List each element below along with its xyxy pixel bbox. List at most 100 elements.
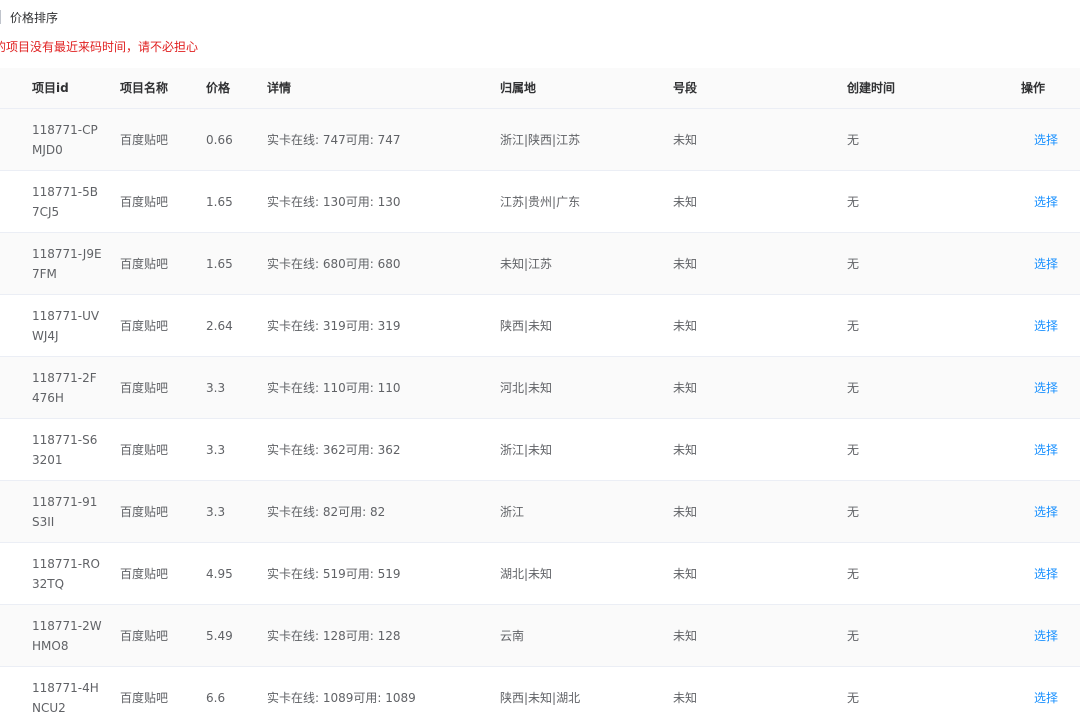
select-button[interactable]: 选择 [1034, 171, 1058, 232]
header-region: 归属地 [500, 81, 537, 95]
cell-region: 未知|江苏 [500, 257, 553, 271]
header-price: 价格 [206, 81, 231, 95]
cell-created: 无 [847, 319, 860, 333]
cell-segment: 未知 [673, 133, 698, 147]
cell-id: 118771-2F476H [32, 370, 97, 405]
header-segment: 号段 [673, 81, 698, 95]
cell-name: 百度贴吧 [120, 443, 169, 457]
cell-detail: 实卡在线: 130可用: 130 [267, 195, 401, 209]
cell-price: 1.65 [206, 256, 233, 271]
cell-detail: 实卡在线: 747可用: 747 [267, 133, 401, 147]
cell-name: 百度贴吧 [120, 691, 169, 705]
table-row: 118771-4HNCU2 百度贴吧 6.6 实卡在线: 1089可用: 1089 陕西… [0, 667, 1080, 721]
cell-region: 浙江|陕西|江苏 [500, 133, 581, 147]
cell-segment: 未知 [673, 195, 698, 209]
cell-region: 浙江|未知 [500, 443, 553, 457]
cell-segment: 未知 [673, 691, 698, 705]
tab-bar: 价格排序 [0, 6, 58, 28]
table-row: 118771-J9E7FM 百度贴吧 1.65 实卡在线: 680可用: 680 未知|… [0, 233, 1080, 295]
cell-created: 无 [847, 443, 860, 457]
cell-created: 无 [847, 195, 860, 209]
cell-id: 118771-91S3II [32, 494, 98, 529]
cell-detail: 实卡在线: 319可用: 319 [267, 319, 401, 333]
cell-price: 6.6 [206, 690, 226, 705]
select-button[interactable]: 选择 [1034, 543, 1058, 604]
select-button[interactable]: 选择 [1034, 481, 1058, 542]
select-button[interactable]: 选择 [1034, 295, 1058, 356]
cell-id: 118771-2WHMO8 [32, 618, 102, 653]
cell-region: 河北|未知 [500, 381, 553, 395]
cell-id: 118771-5B7CJ5 [32, 184, 99, 219]
cell-name: 百度贴吧 [120, 195, 169, 209]
page: 价格排序 的项目没有最近来码时间，请不必担心 项目id 项目名称 价格 详情 归… [0, 0, 1080, 721]
header-action: 操作 [1021, 81, 1046, 95]
cell-created: 无 [847, 691, 860, 705]
cell-region: 浙江 [500, 505, 525, 519]
cell-region: 湖北|未知 [500, 567, 553, 581]
cell-name: 百度贴吧 [120, 629, 169, 643]
notice-text: 的项目没有最近来码时间，请不必担心 [0, 40, 199, 54]
cell-detail: 实卡在线: 1089可用: 1089 [267, 691, 416, 705]
cell-segment: 未知 [673, 443, 698, 457]
cell-id: 118771-4HNCU2 [32, 680, 99, 715]
cell-region: 陕西|未知|湖北 [500, 691, 581, 705]
cell-price: 3.3 [206, 504, 226, 519]
cell-segment: 未知 [673, 505, 698, 519]
select-button[interactable]: 选择 [1034, 667, 1058, 721]
cell-name: 百度贴吧 [120, 319, 169, 333]
cell-price: 3.3 [206, 380, 226, 395]
project-table: 项目id 项目名称 价格 详情 归属地 号段 创建时间 操作 118771-CP… [0, 68, 1080, 721]
cell-price: 4.95 [206, 566, 233, 581]
cell-created: 无 [847, 629, 860, 643]
cell-region: 云南 [500, 629, 525, 643]
table-row: 118771-2F476H 百度贴吧 3.3 实卡在线: 110可用: 110 河北|未… [0, 357, 1080, 419]
cell-id: 118771-J9E7FM [32, 246, 102, 281]
cell-segment: 未知 [673, 319, 698, 333]
cell-created: 无 [847, 133, 860, 147]
select-button[interactable]: 选择 [1034, 605, 1058, 666]
header-name: 项目名称 [120, 81, 169, 95]
cell-detail: 实卡在线: 110可用: 110 [267, 381, 401, 395]
cell-segment: 未知 [673, 257, 698, 271]
table-row: 118771-UVWJ4J 百度贴吧 2.64 实卡在线: 319可用: 319 陕西|… [0, 295, 1080, 357]
cell-detail: 实卡在线: 680可用: 680 [267, 257, 401, 271]
cell-name: 百度贴吧 [120, 133, 169, 147]
table-body: 118771-CPMJD0 百度贴吧 0.66 实卡在线: 747可用: 747 浙江|… [0, 109, 1080, 721]
cell-created: 无 [847, 381, 860, 395]
cell-created: 无 [847, 505, 860, 519]
cell-detail: 实卡在线: 82可用: 82 [267, 505, 386, 519]
cell-id: 118771-UVWJ4J [32, 308, 100, 343]
cell-segment: 未知 [673, 567, 698, 581]
select-button[interactable]: 选择 [1034, 419, 1058, 480]
cell-region: 陕西|未知 [500, 319, 553, 333]
cell-segment: 未知 [673, 381, 698, 395]
cell-region: 江苏|贵州|广东 [500, 195, 581, 209]
table-header: 项目id 项目名称 价格 详情 归属地 号段 创建时间 操作 [0, 68, 1080, 109]
cell-id: 118771-S63201 [32, 432, 98, 467]
select-button[interactable]: 选择 [1034, 233, 1058, 294]
cell-segment: 未知 [673, 629, 698, 643]
header-created: 创建时间 [847, 81, 896, 95]
cell-name: 百度贴吧 [120, 381, 169, 395]
cell-name: 百度贴吧 [120, 257, 169, 271]
cell-detail: 实卡在线: 519可用: 519 [267, 567, 401, 581]
cell-price: 1.65 [206, 194, 233, 209]
cell-price: 5.49 [206, 628, 233, 643]
header-id: 项目id [32, 81, 69, 95]
cell-id: 118771-CPMJD0 [32, 122, 98, 157]
cell-id: 118771-RO32TQ [32, 556, 100, 591]
table-row: 118771-RO32TQ 百度贴吧 4.95 实卡在线: 519可用: 519 湖北|… [0, 543, 1080, 605]
select-button[interactable]: 选择 [1034, 109, 1058, 170]
cell-created: 无 [847, 257, 860, 271]
cell-detail: 实卡在线: 128可用: 128 [267, 629, 401, 643]
table-row: 118771-91S3II 百度贴吧 3.3 实卡在线: 82可用: 82 浙江 未知 无 选… [0, 481, 1080, 543]
cell-price: 3.3 [206, 442, 226, 457]
header-detail: 详情 [267, 81, 292, 95]
table-row: 118771-S63201 百度贴吧 3.3 实卡在线: 362可用: 362 浙江|未… [0, 419, 1080, 481]
select-button[interactable]: 选择 [1034, 357, 1058, 418]
cell-price: 0.66 [206, 132, 233, 147]
tab-price-sort[interactable]: 价格排序 [10, 9, 58, 26]
cell-name: 百度贴吧 [120, 505, 169, 519]
cell-created: 无 [847, 567, 860, 581]
tab-divider [0, 10, 1, 24]
